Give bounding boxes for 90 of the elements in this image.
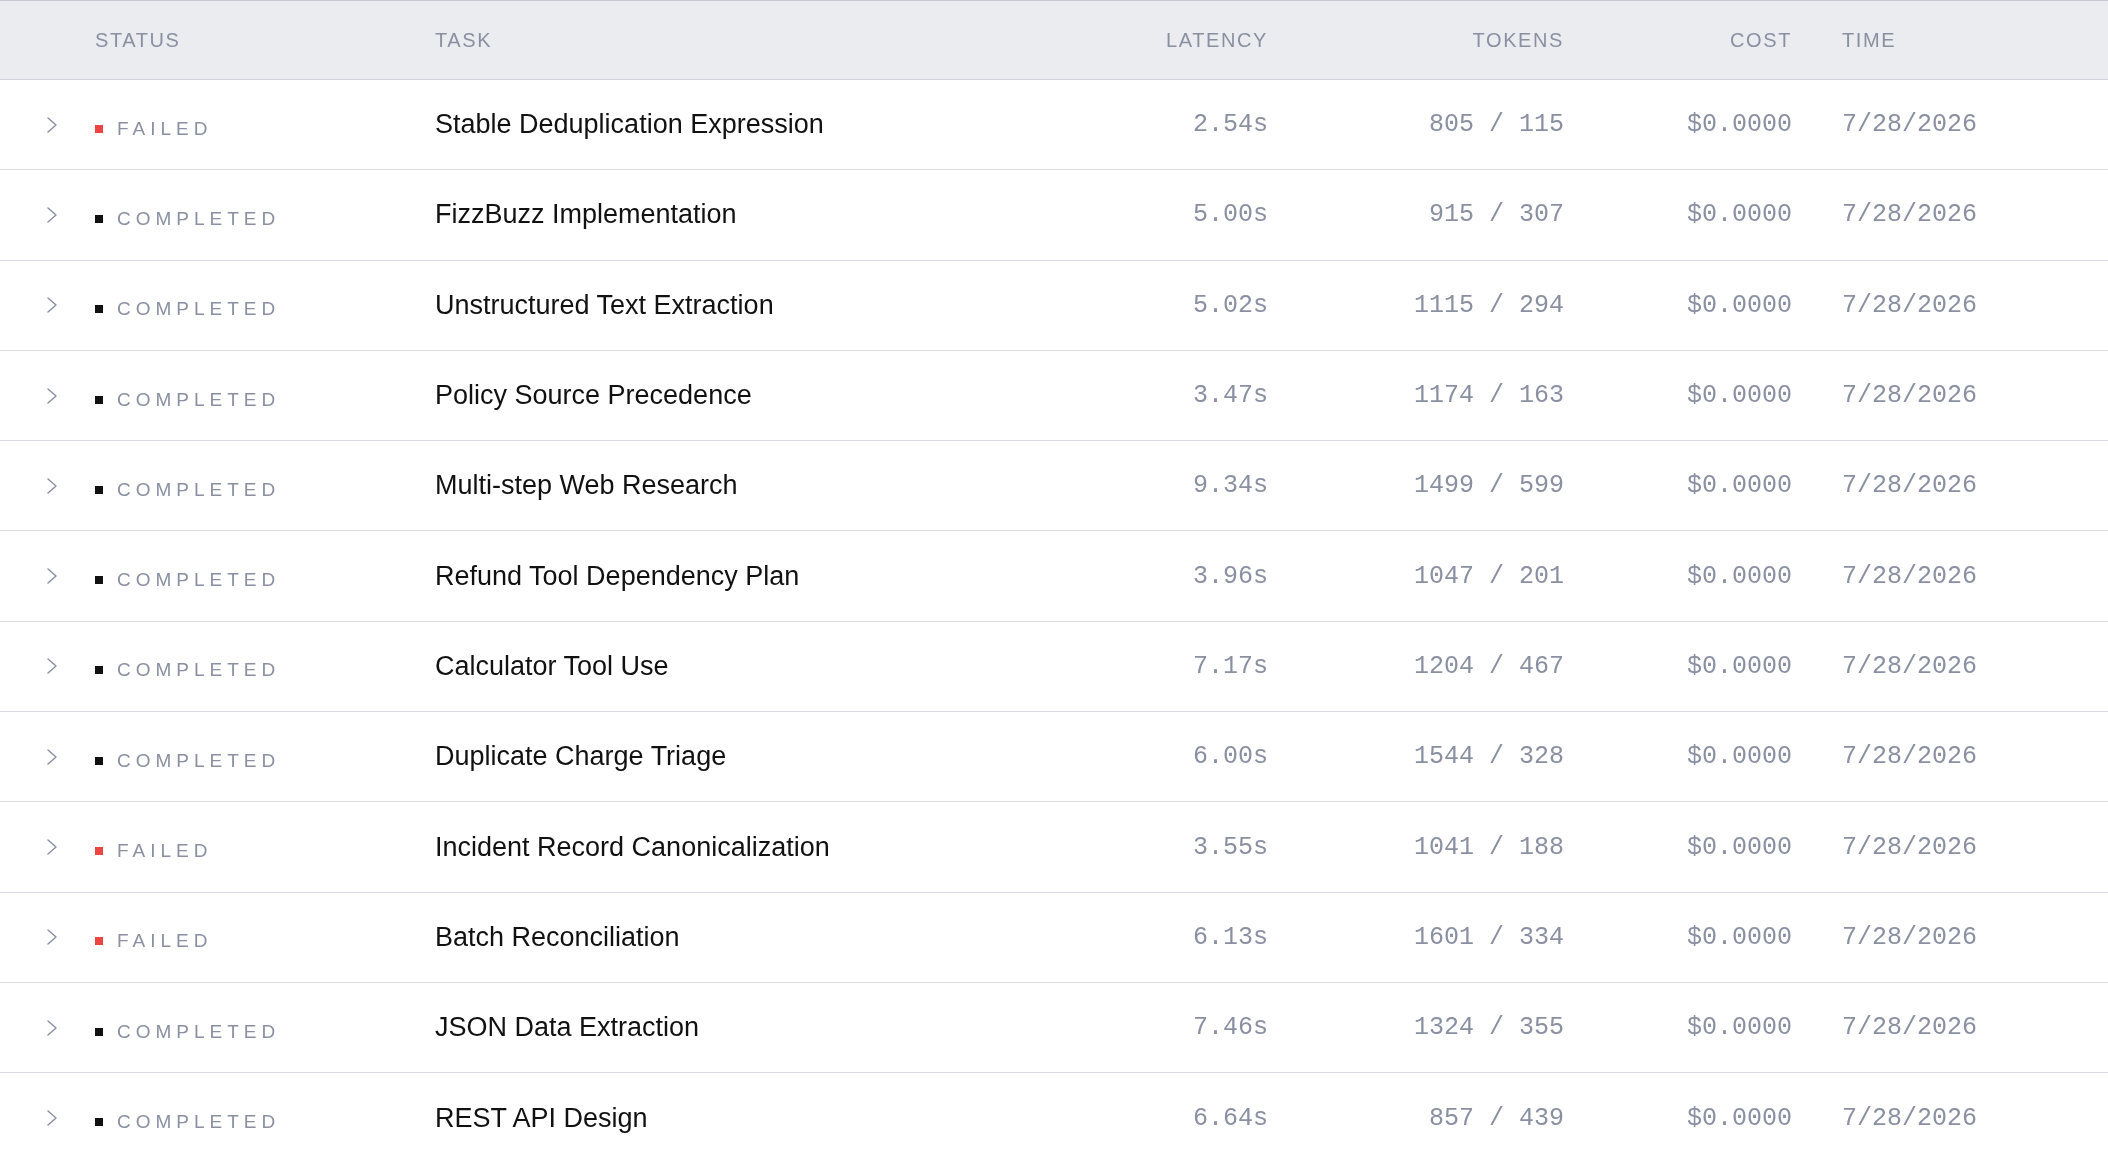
chevron-icon[interactable] [47, 206, 57, 223]
token-count: 1204 / 467 [1413, 651, 1564, 681]
date-text: 7/28/2026 [1842, 651, 1978, 681]
chevron-icon[interactable] [47, 839, 57, 855]
token-count: 1174 / 163 [1413, 381, 1564, 411]
task-name: Incident Record Canonicalization [435, 831, 830, 863]
status-label: COMPLETED [117, 478, 281, 501]
task-name: Duplicate Charge Triage [435, 741, 727, 773]
token-count: 1041 / 188 [1413, 832, 1564, 862]
task-name: Refund Tool Dependency Plan [435, 560, 800, 592]
chevron-icon[interactable] [47, 568, 57, 585]
chevron-icon[interactable] [47, 387, 57, 404]
status-label: COMPLETED [117, 207, 281, 230]
column-header: LATENCY [1166, 28, 1268, 52]
latency-value: 6.64s [1193, 1103, 1268, 1133]
task-name: Calculator Tool Use [435, 650, 669, 682]
latency-value: 7.17s [1193, 651, 1268, 681]
status-label: FAILED [117, 840, 213, 862]
column-header: COST [1730, 28, 1792, 52]
task-name: Stable Deduplication Expression [435, 109, 824, 141]
token-count: 915 / 307 [1428, 200, 1564, 230]
task-name: Batch Reconciliation [435, 921, 680, 953]
status-label: COMPLETED [117, 1020, 281, 1043]
token-count: 1544 / 328 [1413, 742, 1564, 772]
latency-value: 3.96s [1193, 561, 1268, 591]
status-label: COMPLETED [117, 569, 281, 592]
status-label: FAILED [117, 117, 213, 140]
task-name: Unstructured Text Extraction [435, 289, 774, 321]
cost-value: $0.0000 [1686, 110, 1792, 140]
cost-value: $0.0000 [1686, 290, 1792, 320]
latency-value: 5.02s [1193, 290, 1268, 320]
latency-value: 3.55s [1193, 832, 1268, 862]
cost-value: $0.0000 [1686, 1013, 1792, 1043]
latency-value: 2.54s [1193, 110, 1268, 140]
chevron-icon[interactable] [47, 116, 57, 133]
latency-value: 7.46s [1193, 1013, 1268, 1043]
task-name: JSON Data Extraction [435, 1012, 700, 1044]
task-name: FizzBuzz Implementation [435, 199, 737, 231]
cost-value: $0.0000 [1686, 1103, 1792, 1133]
status-label: COMPLETED [117, 749, 281, 772]
cost-value: $0.0000 [1686, 922, 1792, 952]
token-count: 1115 / 294 [1413, 290, 1564, 320]
column-header: TOKENS [1472, 28, 1564, 52]
chevron-icon[interactable] [47, 477, 57, 494]
latency-value: 5.00s [1193, 200, 1268, 230]
cost-value: $0.0000 [1686, 200, 1792, 230]
chevron-icon[interactable] [47, 1019, 57, 1036]
status-label: COMPLETED [117, 388, 281, 411]
token-count: 805 / 115 [1428, 110, 1564, 140]
chevron-icon[interactable] [47, 658, 57, 675]
task-name: Policy Source Precedence [435, 380, 752, 412]
column-header: TASK [435, 28, 493, 52]
cost-value: $0.0000 [1686, 471, 1792, 501]
status-label: FAILED [117, 930, 213, 953]
token-count: 1324 / 355 [1413, 1013, 1564, 1043]
cost-value: $0.0000 [1686, 561, 1792, 591]
column-header: STATUS [95, 28, 181, 52]
chevron-icon[interactable] [47, 929, 57, 946]
date-text: 7/28/2026 [1842, 1013, 1978, 1043]
latency-value: 3.47s [1193, 381, 1268, 411]
date-text: 7/28/2026 [1842, 742, 1978, 772]
cost-value: $0.0000 [1686, 832, 1792, 862]
latency-value: 6.00s [1193, 742, 1268, 772]
date-text: 7/28/2026 [1842, 832, 1978, 862]
latency-value: 6.13s [1193, 922, 1268, 952]
token-count: 857 / 439 [1428, 1103, 1564, 1133]
chevron-icon[interactable] [47, 297, 57, 314]
date-text: 7/28/2026 [1842, 1103, 1978, 1133]
cost-value: $0.0000 [1686, 381, 1792, 411]
cost-value: $0.0000 [1686, 651, 1792, 681]
chevron-icon[interactable] [47, 1110, 57, 1127]
token-count: 1601 / 334 [1413, 922, 1564, 952]
date-text: 7/28/2026 [1842, 561, 1978, 591]
date-text: 7/28/2026 [1842, 290, 1978, 320]
latency-value: 9.34s [1193, 471, 1268, 501]
date-text: 7/28/2026 [1842, 381, 1978, 411]
date-text: 7/28/2026 [1842, 471, 1978, 501]
status-label: COMPLETED [117, 1111, 281, 1134]
token-count: 1499 / 599 [1413, 471, 1564, 501]
task-name: Multi-step Web Research [435, 470, 738, 502]
date-text: 7/28/2026 [1842, 922, 1978, 952]
chevron-icon[interactable] [47, 748, 57, 765]
token-count: 1047 / 201 [1413, 561, 1564, 591]
date-text: 7/28/2026 [1842, 200, 1978, 230]
column-header: TIME [1842, 28, 1897, 52]
status-label: COMPLETED [117, 659, 281, 682]
status-label: COMPLETED [117, 298, 281, 321]
task-name: REST API Design [435, 1102, 648, 1134]
cost-value: $0.0000 [1686, 742, 1792, 772]
date-text: 7/28/2026 [1842, 110, 1978, 140]
